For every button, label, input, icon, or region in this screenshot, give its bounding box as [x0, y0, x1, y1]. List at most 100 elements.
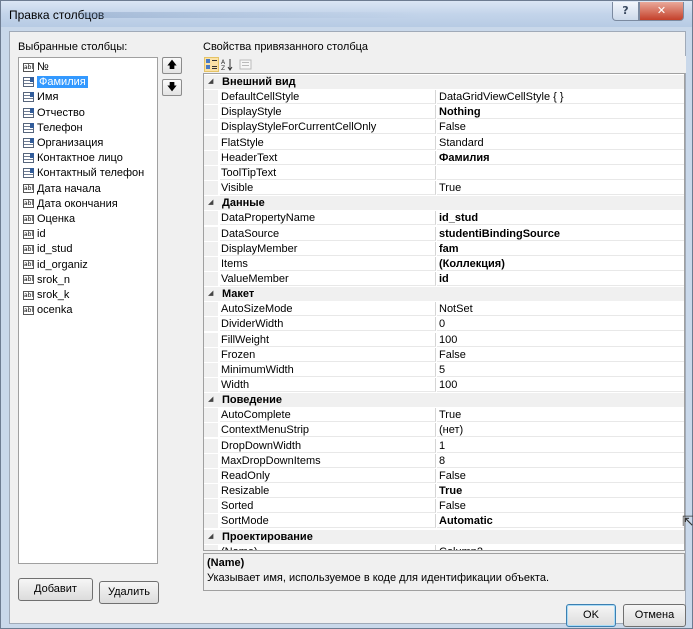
ok-button[interactable]: OK: [566, 604, 616, 627]
property-value[interactable]: [437, 166, 684, 180]
property-value[interactable]: NotSet: [437, 302, 684, 317]
property-value[interactable]: 8: [437, 454, 684, 468]
alphabetical-icon[interactable]: AZ: [220, 57, 235, 72]
property-row[interactable]: DividerWidth 0: [204, 317, 684, 332]
list-item[interactable]: abl srok_n: [21, 273, 72, 288]
property-value[interactable]: False: [437, 120, 684, 135]
property-value[interactable]: Nothing: [437, 105, 684, 120]
property-row[interactable]: DisplayStyle Nothing: [204, 105, 684, 120]
selected-columns-list[interactable]: abl № Фамилия Имя Отчество Телефон Организация…: [18, 57, 158, 564]
property-category[interactable]: ◢ Данные: [204, 196, 684, 211]
property-row[interactable]: FlatStyle Standard: [204, 135, 684, 150]
close-button[interactable]: ✕: [639, 2, 684, 21]
property-row[interactable]: DataSource studentiBindingSource: [204, 226, 684, 241]
property-value[interactable]: 100: [437, 333, 684, 347]
property-row[interactable]: MinimumWidth 5: [204, 362, 684, 377]
move-down-button[interactable]: 🡇: [162, 79, 182, 96]
list-item[interactable]: Отчество: [21, 106, 87, 121]
property-value[interactable]: fam: [437, 242, 684, 256]
move-up-button[interactable]: 🡅: [162, 57, 182, 74]
property-row[interactable]: Items (Коллекция): [204, 256, 684, 271]
property-name: DropDownWidth: [220, 438, 436, 453]
property-pages-icon[interactable]: [238, 57, 253, 72]
property-row[interactable]: ContextMenuStrip (нет): [204, 423, 684, 438]
property-row[interactable]: DisplayStyleForCurrentCellOnly False: [204, 120, 684, 135]
title-bar[interactable]: Правка столбцов ? ✕: [1, 1, 692, 27]
property-value[interactable]: False: [437, 469, 684, 483]
property-row[interactable]: DefaultCellStyle DataGridViewCellStyle { …: [204, 90, 684, 105]
categorized-icon[interactable]: [204, 57, 219, 72]
property-row[interactable]: HeaderText Фамилия: [204, 150, 684, 165]
property-row[interactable]: Frozen False: [204, 347, 684, 362]
property-value[interactable]: id: [437, 272, 684, 286]
list-item[interactable]: Фамилия: [21, 75, 90, 90]
property-row[interactable]: SortMode Automatic: [204, 514, 684, 529]
property-row[interactable]: DataPropertyName id_stud: [204, 211, 684, 226]
property-row[interactable]: DropDownWidth 1: [204, 438, 684, 453]
list-item[interactable]: abl №: [21, 60, 51, 75]
property-value[interactable]: 1: [437, 439, 684, 453]
property-value[interactable]: (Коллекция): [437, 257, 684, 271]
property-value[interactable]: 5: [437, 363, 684, 377]
property-row[interactable]: MaxDropDownItems 8: [204, 453, 684, 468]
property-row[interactable]: FillWeight 100: [204, 332, 684, 347]
cancel-button[interactable]: Отмена: [623, 604, 686, 627]
property-value[interactable]: (нет): [437, 423, 684, 438]
help-button[interactable]: ?: [612, 2, 639, 21]
property-value[interactable]: False: [437, 499, 684, 514]
property-row[interactable]: Width 100: [204, 378, 684, 392]
collapse-triangle-icon[interactable]: ◢: [208, 196, 213, 210]
list-item[interactable]: abl srok_k: [21, 288, 71, 303]
property-name: SortMode: [220, 514, 436, 529]
property-value[interactable]: Фамилия: [437, 151, 684, 165]
property-row[interactable]: AutoSizeMode NotSet: [204, 302, 684, 317]
property-category[interactable]: ◢ Макет: [204, 287, 684, 302]
property-value[interactable]: True: [437, 484, 684, 499]
property-row[interactable]: (Name)Column2: [204, 544, 684, 550]
property-row[interactable]: ReadOnly False: [204, 468, 684, 483]
list-item[interactable]: abl ocenka: [21, 303, 74, 318]
list-item-label: id_stud: [37, 243, 73, 256]
property-value[interactable]: DataGridViewCellStyle { }: [437, 90, 684, 105]
property-value[interactable]: Automatic: [437, 514, 684, 529]
property-grid[interactable]: ◢ Внешний вид DefaultCellStyle DataGridView…: [203, 73, 685, 551]
list-item[interactable]: Контактное лицо: [21, 151, 125, 166]
property-value[interactable]: Column2: [437, 545, 684, 550]
list-item[interactable]: abl id_stud: [21, 242, 74, 257]
list-item[interactable]: Контактный телефон: [21, 166, 146, 181]
property-category[interactable]: ◢ Внешний вид: [204, 75, 684, 89]
list-item[interactable]: abl id_organiz: [21, 258, 90, 273]
remove-button[interactable]: Удалить: [99, 581, 159, 604]
list-item[interactable]: Телефон: [21, 121, 85, 136]
property-value[interactable]: Standard: [437, 136, 684, 150]
property-row[interactable]: Resizable True: [204, 484, 684, 499]
list-item[interactable]: abl id: [21, 227, 48, 242]
collapse-triangle-icon[interactable]: ◢: [208, 75, 213, 89]
list-item[interactable]: abl Дата начала: [21, 182, 103, 197]
property-value[interactable]: studentiBindingSource: [437, 227, 684, 241]
list-item[interactable]: abl Оценка: [21, 212, 77, 227]
property-row[interactable]: DisplayMember fam: [204, 241, 684, 256]
list-item[interactable]: abl Дата окончания: [21, 197, 120, 212]
property-category[interactable]: ◢ Поведение: [204, 393, 684, 408]
collapse-triangle-icon[interactable]: ◢: [208, 393, 213, 407]
list-item[interactable]: Имя: [21, 90, 60, 105]
property-value[interactable]: False: [437, 348, 684, 362]
property-row[interactable]: ToolTipText: [204, 165, 684, 180]
property-value[interactable]: 0: [437, 317, 684, 332]
property-value[interactable]: True: [437, 408, 684, 423]
property-value[interactable]: True: [437, 181, 684, 196]
property-row[interactable]: ValueMember id: [204, 271, 684, 286]
property-value[interactable]: id_stud: [437, 211, 684, 226]
property-category[interactable]: ◢ Проектирование: [204, 529, 684, 544]
list-item[interactable]: Организация: [21, 136, 105, 151]
description-pane: (Name) Указывает имя, используемое в код…: [203, 553, 685, 591]
collapse-triangle-icon[interactable]: ◢: [208, 530, 213, 544]
collapse-triangle-icon[interactable]: ◢: [208, 287, 213, 301]
property-name: AutoSizeMode: [220, 302, 436, 317]
property-row[interactable]: AutoComplete True: [204, 408, 684, 423]
property-row[interactable]: Visible True: [204, 181, 684, 196]
property-value[interactable]: 100: [437, 378, 684, 392]
property-row[interactable]: Sorted False: [204, 499, 684, 514]
add-button[interactable]: Добавит: [18, 578, 93, 601]
